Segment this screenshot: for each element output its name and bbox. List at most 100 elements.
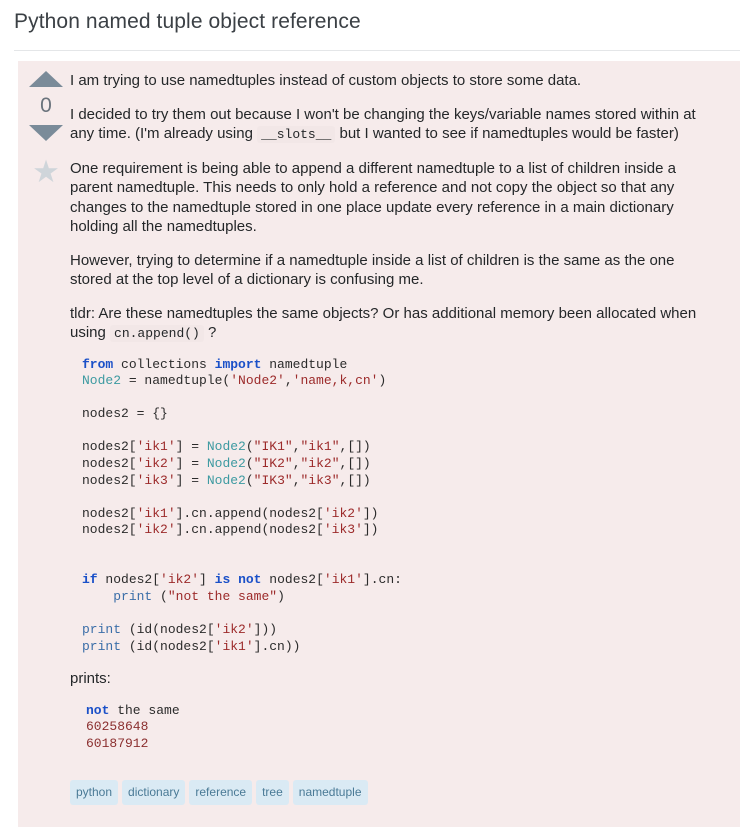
post-tag[interactable]: namedtuple bbox=[292, 780, 368, 806]
code-token: not bbox=[238, 572, 262, 588]
code-token: ,[]) bbox=[339, 439, 371, 455]
star-icon[interactable]: ★ bbox=[31, 156, 61, 187]
code-token: "IK3" bbox=[253, 472, 293, 488]
code-token: (id(nodes2[ bbox=[121, 638, 215, 654]
paragraph-5-text-after: ? bbox=[203, 324, 217, 341]
code-token: "not the same" bbox=[167, 588, 278, 604]
question-header: Python named tuple object reference bbox=[0, 0, 754, 35]
code-token: ]) bbox=[362, 522, 379, 538]
code-token: 'ik1' bbox=[323, 572, 363, 588]
output-code-block: not the same 60258648 60187912 bbox=[70, 703, 716, 753]
code-token: , bbox=[292, 472, 301, 488]
code-token: 'Node2' bbox=[230, 373, 285, 389]
code-token: "ik2" bbox=[300, 456, 340, 472]
code-token: "IK1" bbox=[253, 439, 293, 455]
code-token: print bbox=[113, 588, 153, 604]
code-token: 'ik1' bbox=[214, 638, 254, 654]
code-token: 'ik1' bbox=[136, 439, 176, 455]
triangle-down-icon[interactable] bbox=[29, 125, 63, 141]
code-token: nodes2 = {} bbox=[82, 406, 168, 422]
code-token: 'ik3' bbox=[136, 472, 176, 488]
code-token: nodes2[ bbox=[261, 572, 324, 588]
question-post: 0 ★ I am trying to use namedtuples inste… bbox=[18, 61, 740, 827]
code-token: import bbox=[214, 356, 262, 372]
code-token: , bbox=[292, 439, 301, 455]
triangle-up-icon[interactable] bbox=[29, 71, 63, 87]
code-token: is bbox=[214, 572, 231, 588]
post-tag[interactable]: python bbox=[70, 780, 119, 806]
inline-code-slots: __slots__ bbox=[257, 126, 336, 143]
code-token: not bbox=[86, 702, 110, 718]
code-token: nodes2[ bbox=[82, 439, 137, 455]
post-tag[interactable]: reference bbox=[189, 780, 253, 806]
code-token: "IK2" bbox=[253, 456, 293, 472]
inline-code-cn-append: cn.append() bbox=[110, 325, 204, 342]
title-divider bbox=[14, 50, 740, 51]
post-paragraph-5: tldr: Are these namedtuples the same obj… bbox=[70, 304, 716, 344]
code-token: 'name,k,cn' bbox=[292, 373, 379, 389]
post-paragraph-2: I decided to try them out because I won'… bbox=[70, 105, 716, 145]
code-token: 'ik2' bbox=[160, 572, 200, 588]
code-token: , bbox=[284, 373, 293, 389]
code-token: 'ik1' bbox=[136, 505, 176, 521]
code-token: ] = bbox=[175, 439, 207, 455]
code-token: print bbox=[82, 638, 122, 654]
code-token: Node2 bbox=[82, 373, 122, 389]
code-block: from collections import namedtuple Node2… bbox=[70, 357, 716, 656]
code-token: ]) bbox=[362, 505, 379, 521]
code-token: nodes2[ bbox=[82, 522, 137, 538]
code-token: ) bbox=[378, 373, 387, 389]
code-token: collections bbox=[113, 356, 215, 372]
code-token: the same bbox=[109, 702, 180, 718]
vote-score: 0 bbox=[40, 94, 52, 117]
code-token: , bbox=[292, 456, 301, 472]
tag-list: python dictionary reference tree namedtuple bbox=[70, 766, 740, 827]
post-body: I am trying to use namedtuples instead o… bbox=[70, 61, 740, 752]
code-token: ( bbox=[245, 456, 254, 472]
code-token: nodes2[ bbox=[82, 472, 137, 488]
code-token: ].cn)) bbox=[253, 638, 301, 654]
code-token: if bbox=[82, 572, 98, 588]
code-token: ] bbox=[199, 572, 215, 588]
code-token: ] = bbox=[175, 472, 207, 488]
code-token: ].cn.append(nodes2[ bbox=[175, 505, 324, 521]
code-token: ) bbox=[277, 588, 285, 604]
post-paragraph-3: One requirement is being able to append … bbox=[70, 159, 676, 236]
post-tag[interactable]: tree bbox=[256, 780, 289, 806]
code-token: ])) bbox=[253, 622, 278, 637]
code-token: Node2 bbox=[206, 472, 246, 488]
code-token: "ik3" bbox=[300, 472, 340, 488]
code-token: 'ik2' bbox=[214, 622, 254, 637]
code-token: ].cn.append(nodes2[ bbox=[175, 522, 324, 538]
post-paragraph-4: However, trying to determine if a namedt… bbox=[70, 251, 675, 289]
code-token: 'ik2' bbox=[136, 456, 176, 472]
code-token: ( bbox=[245, 439, 254, 455]
code-token: namedtuple bbox=[261, 356, 348, 372]
code-token: 'ik2' bbox=[323, 505, 363, 521]
post-tag[interactable]: dictionary bbox=[122, 780, 186, 806]
post-paragraph-1: I am trying to use namedtuples instead o… bbox=[70, 72, 582, 89]
code-token: nodes2[ bbox=[82, 505, 137, 521]
code-token: nodes2[ bbox=[82, 456, 137, 472]
code-token: 'ik3' bbox=[323, 522, 363, 538]
page-title: Python named tuple object reference bbox=[14, 10, 361, 33]
question-page: Python named tuple object reference 0 ★ … bbox=[0, 0, 754, 827]
code-token: (id(nodes2[ bbox=[121, 622, 215, 637]
code-token: ].cn: bbox=[362, 572, 402, 588]
code-token: 60187912 bbox=[86, 735, 149, 751]
code-token: ] = bbox=[175, 456, 207, 472]
code-token: nodes2[ bbox=[97, 572, 161, 588]
code-token: ,[]) bbox=[339, 456, 371, 472]
paragraph-2-text-after: but I wanted to see if namedtuples would… bbox=[335, 125, 679, 142]
code-token: = namedtuple( bbox=[121, 373, 231, 389]
code-token: ( bbox=[152, 588, 168, 604]
code-token: print bbox=[82, 622, 122, 637]
code-token: Node2 bbox=[206, 439, 246, 455]
code-token: ,[]) bbox=[339, 472, 371, 488]
code-token: from bbox=[82, 356, 114, 372]
code-token: "ik1" bbox=[300, 439, 340, 455]
code-token: 60258648 bbox=[86, 719, 149, 735]
code-token: Node2 bbox=[206, 456, 246, 472]
